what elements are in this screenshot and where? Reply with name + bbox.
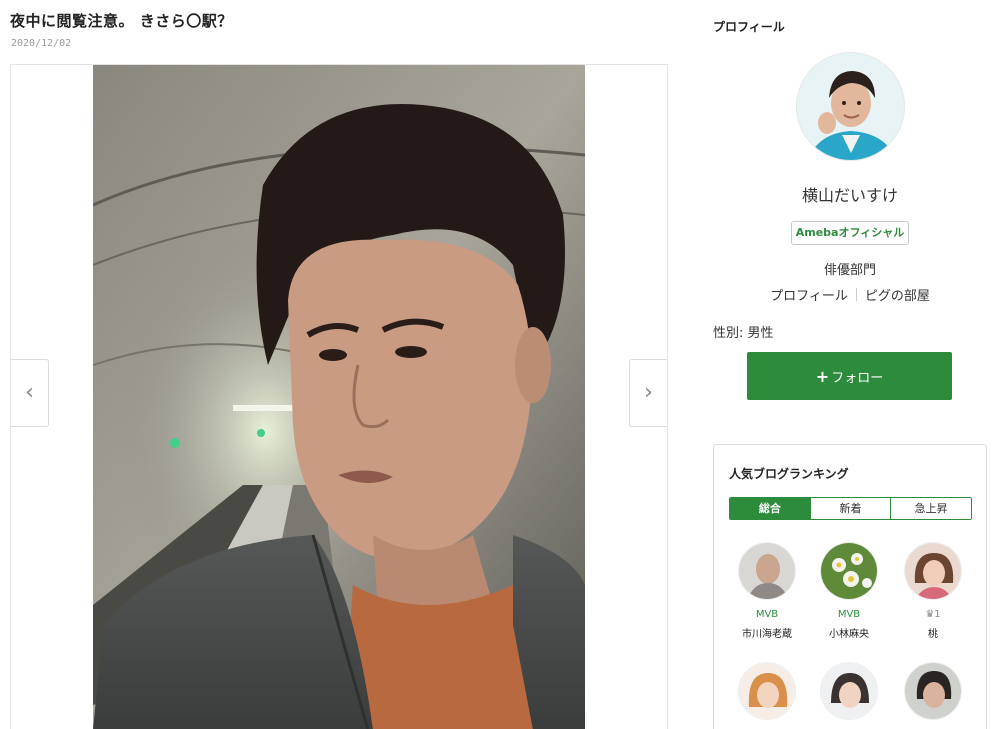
- ranking-badge: MVB: [837, 609, 861, 620]
- ranking-item[interactable]: ♛1 桃: [893, 542, 973, 640]
- ranking-avatar: [820, 542, 878, 600]
- ranking-avatar: [738, 542, 796, 600]
- profile-gender: 性別: 男性: [713, 326, 774, 341]
- post-photo[interactable]: [93, 65, 585, 729]
- profile-category[interactable]: 俳優部門: [713, 259, 987, 278]
- ranking-name: 市川海老蔵: [742, 629, 792, 640]
- link-separator: [855, 288, 857, 301]
- ranking-badge: ♛1: [925, 609, 941, 620]
- ranking-badge: MVB: [755, 609, 779, 620]
- prev-image-button[interactable]: ‹: [11, 359, 49, 427]
- ranking-item[interactable]: [809, 662, 889, 720]
- ranking-panel: 人気ブログランキング 総合 新着 急上昇 MVB 市川海老蔵 MVB 小林麻央 …: [713, 444, 987, 729]
- profile-link[interactable]: プロフィール: [770, 289, 848, 304]
- pigg-room-link[interactable]: ピグの部屋: [865, 289, 930, 304]
- profile-heading: プロフィール: [713, 20, 785, 34]
- tab-new[interactable]: 新着: [809, 498, 891, 519]
- profile-avatar[interactable]: [796, 52, 905, 161]
- ranking-name: 小林麻央: [829, 629, 869, 640]
- profile-name[interactable]: 横山だいすけ: [713, 182, 987, 206]
- official-badge: Amebaオフィシャル: [791, 221, 909, 245]
- ranking-item[interactable]: MVB 市川海老蔵: [727, 542, 807, 640]
- chevron-left-icon: ‹: [25, 380, 34, 405]
- post-title[interactable]: 夜中に閲覧注意。 きさら〇駅？: [10, 10, 233, 31]
- image-viewer: ‹ ›: [10, 64, 668, 729]
- follow-label: フォロー: [831, 370, 884, 386]
- ranking-avatar: [738, 662, 796, 720]
- ranking-avatar: [904, 662, 962, 720]
- profile-links: プロフィール ピグの部屋: [713, 285, 987, 304]
- ranking-item[interactable]: [893, 662, 973, 720]
- ranking-title[interactable]: 人気ブログランキング: [729, 465, 849, 482]
- ranking-tabs: 総合 新着 急上昇: [729, 497, 972, 520]
- plus-icon: +: [815, 366, 830, 386]
- tab-rising[interactable]: 急上昇: [890, 498, 971, 519]
- tab-overall[interactable]: 総合: [730, 498, 810, 519]
- ranking-avatar: [904, 542, 962, 600]
- follow-button[interactable]: + フォロー: [747, 352, 952, 400]
- post-date: 2020/12/02: [11, 38, 72, 49]
- chevron-right-icon: ›: [644, 380, 653, 405]
- ranking-item[interactable]: MVB 小林麻央: [809, 542, 889, 640]
- ranking-name: 桃: [928, 629, 938, 640]
- ranking-avatar: [820, 662, 878, 720]
- next-image-button[interactable]: ›: [629, 359, 667, 427]
- ranking-item[interactable]: [727, 662, 807, 720]
